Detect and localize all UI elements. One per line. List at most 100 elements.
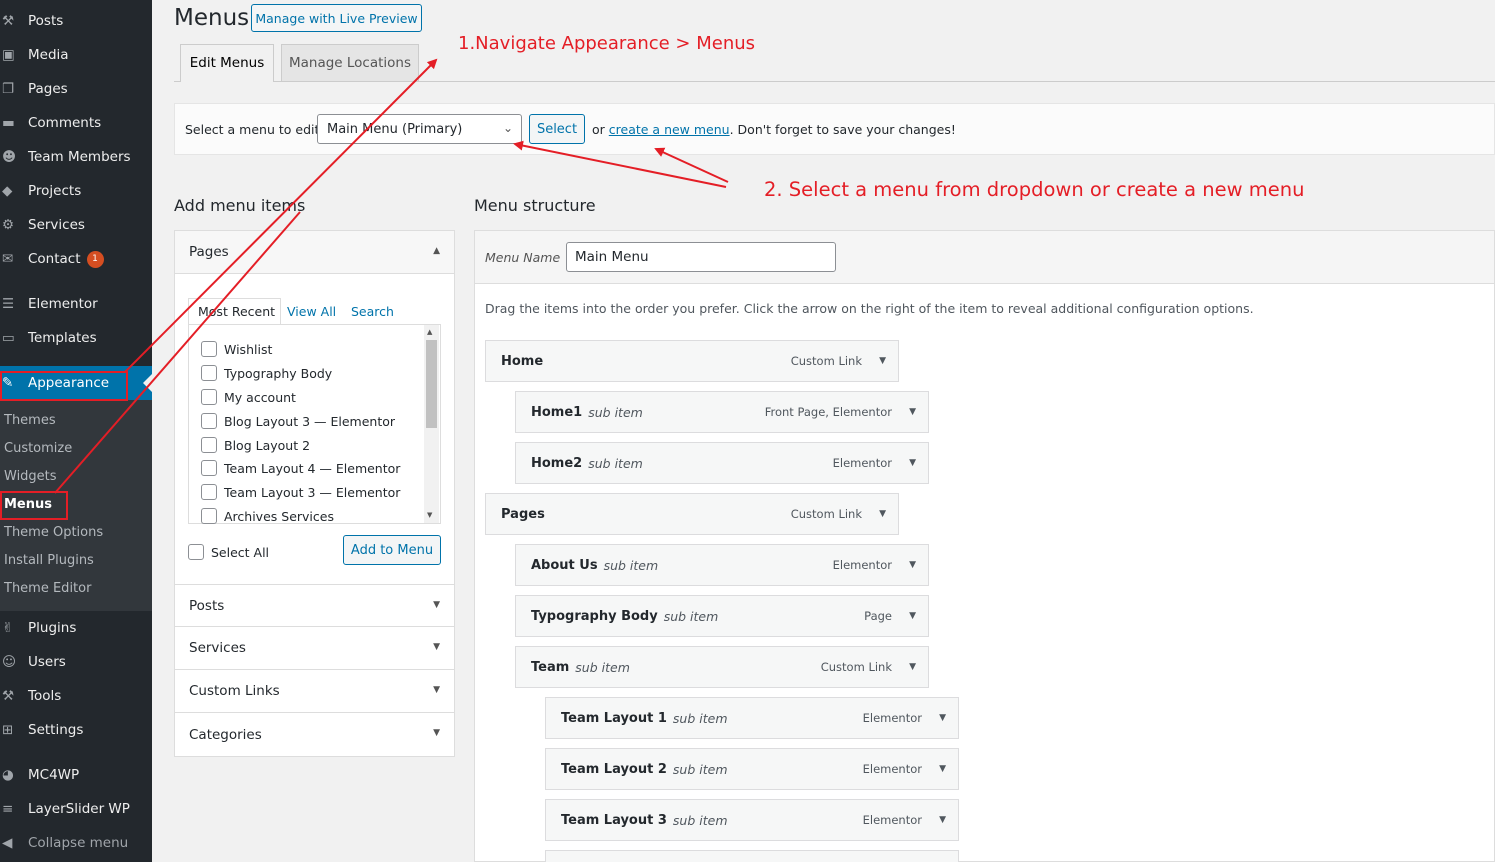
expand-arrow-icon[interactable]: ▼ <box>909 662 916 672</box>
sidebar-item-posts[interactable]: ⚒ Posts <box>0 4 152 38</box>
accordion-categories[interactable]: Categories ▼ <box>175 713 454 756</box>
sidebar-item-label: Contact <box>28 251 81 267</box>
page-checkbox-row[interactable]: Blog Layout 2 <box>201 437 310 453</box>
tab-most-recent[interactable]: Most Recent <box>198 304 275 319</box>
checkbox[interactable] <box>201 484 217 500</box>
menu-select-dropdown[interactable]: Main Menu (Primary) ⌄ <box>317 114 522 144</box>
add-to-menu-button[interactable]: Add to Menu <box>343 535 441 565</box>
sidebar-item-templates[interactable]: ▭ Templates <box>0 321 152 355</box>
checkbox[interactable] <box>201 365 217 381</box>
page-checkbox-row[interactable]: Typography Body <box>201 365 332 381</box>
expand-arrow-icon[interactable]: ▼ <box>909 458 916 468</box>
expand-arrow-icon[interactable]: ▼ <box>909 611 916 621</box>
sidebar-item-label: Projects <box>28 183 82 199</box>
menu-item[interactable]: Pages Custom Link ▼ <box>485 493 899 535</box>
sidebar-item-comments[interactable]: ▬ Comments <box>0 106 152 140</box>
checkbox[interactable] <box>201 508 217 524</box>
menu-item[interactable]: Team Layout 1 sub item Elementor ▼ <box>545 697 959 739</box>
submenu-widgets[interactable]: Widgets <box>4 469 57 484</box>
sidebar-item-media[interactable]: ▣ Media <box>0 38 152 72</box>
menu-item-title: Home <box>501 353 544 369</box>
drag-instructions: Drag the items into the order you prefer… <box>485 301 1254 316</box>
accordion-custom-links[interactable]: Custom Links ▼ <box>175 670 454 713</box>
accordion-posts[interactable]: Posts ▼ <box>175 584 454 627</box>
select-menu-label: Select a menu to edit: <box>185 122 324 137</box>
scrollbar-thumb[interactable] <box>426 340 437 428</box>
menu-item[interactable]: Home1 sub item Front Page, Elementor ▼ <box>515 391 929 433</box>
menu-name-input[interactable]: Main Menu <box>566 242 836 272</box>
menu-item[interactable]: Home Custom Link ▼ <box>485 340 899 382</box>
menu-item-type: Custom Link <box>790 354 862 368</box>
checkbox[interactable] <box>201 389 217 405</box>
checkbox[interactable] <box>201 460 217 476</box>
menu-item-title: Pages <box>501 506 545 522</box>
sidebar-item-mc4wp[interactable]: ◕ MC4WP <box>0 758 152 792</box>
collapse-icon: ◀ <box>2 835 13 851</box>
page-checkbox-row[interactable]: My account <box>201 389 296 405</box>
sidebar-item-pages[interactable]: ❐ Pages <box>0 72 152 106</box>
pin-icon: ⚒ <box>2 13 15 29</box>
menu-item[interactable]: Team sub item Custom Link ▼ <box>515 646 929 688</box>
page-label: Blog Layout 2 <box>224 437 311 453</box>
page-checkbox-row[interactable]: Team Layout 3 — Elementor <box>201 484 400 500</box>
page-checkbox-row[interactable]: Blog Layout 3 — Elementor <box>201 413 395 429</box>
expand-arrow-icon[interactable]: ▼ <box>939 815 946 825</box>
expand-arrow-icon[interactable]: ▼ <box>909 407 916 417</box>
submenu-theme-editor[interactable]: Theme Editor <box>4 581 91 596</box>
select-button[interactable]: Select <box>529 114 585 144</box>
expand-arrow-icon[interactable]: ▼ <box>879 509 886 519</box>
sidebar-item-settings[interactable]: ⊞ Settings <box>0 713 152 747</box>
sidebar-item-projects[interactable]: ◆ Projects <box>0 174 152 208</box>
submenu-themes[interactable]: Themes <box>4 413 56 428</box>
elementor-icon: ☰ <box>2 296 15 312</box>
menu-item-type: Front Page, Elementor <box>764 405 892 419</box>
menu-item[interactable]: About Us sub item Elementor ▼ <box>515 544 929 586</box>
menu-item[interactable]: Home2 sub item Elementor ▼ <box>515 442 929 484</box>
expand-arrow-icon[interactable]: ▼ <box>939 713 946 723</box>
menu-item[interactable]: Team Layout 2 sub item Elementor ▼ <box>545 748 959 790</box>
checkbox[interactable] <box>201 437 217 453</box>
select-all-row[interactable]: Select All <box>188 544 269 560</box>
expand-arrow-icon[interactable]: ▼ <box>909 560 916 570</box>
scroll-up-icon[interactable]: ▲ <box>427 328 432 336</box>
checkbox[interactable] <box>201 413 217 429</box>
menu-item-subtitle: sub item <box>575 659 630 675</box>
page-checkbox-row[interactable]: Wishlist <box>201 341 272 357</box>
create-new-menu-link[interactable]: create a new menu <box>609 122 730 137</box>
sidebar-item-team-members[interactable]: ☻ Team Members <box>0 140 152 174</box>
submenu-install-plugins[interactable]: Install Plugins <box>4 553 94 568</box>
tab-manage-locations[interactable]: Manage Locations <box>281 44 419 81</box>
triangle-down-icon: ▼ <box>433 642 440 652</box>
sidebar-item-tools[interactable]: ⚒ Tools <box>0 679 152 713</box>
accordion-title: Categories <box>189 726 262 743</box>
sidebar-item-contact[interactable]: ✉ Contact 1 <box>0 242 152 276</box>
menus-annotation-box <box>0 491 68 520</box>
sidebar-item-services[interactable]: ⚙ Services <box>0 208 152 242</box>
page-checkbox-row[interactable]: Team Layout 4 — Elementor <box>201 460 400 476</box>
accordion-pages[interactable]: Pages ▲ <box>175 231 454 274</box>
checkbox[interactable] <box>188 544 204 560</box>
plugin-icon: ✌ <box>2 620 14 636</box>
sidebar-item-plugins[interactable]: ✌ Plugins <box>0 611 152 645</box>
tab-view-all[interactable]: View All <box>287 304 336 319</box>
expand-arrow-icon[interactable]: ▼ <box>879 356 886 366</box>
menu-item[interactable]: Team Layout 3 sub item Elementor ▼ <box>545 799 959 841</box>
sidebar-item-elementor[interactable]: ☰ Elementor <box>0 287 152 321</box>
menu-item-subtitle: sub item <box>672 710 728 726</box>
tab-edit-menus[interactable]: Edit Menus <box>180 44 274 81</box>
submenu-theme-options[interactable]: Theme Options <box>4 525 103 540</box>
sidebar-item-users[interactable]: ☺ Users <box>0 645 152 679</box>
page-checkbox-row[interactable]: Archives Services <box>201 508 334 524</box>
sidebar-item-collapse-menu[interactable]: ◀ Collapse menu <box>0 826 152 860</box>
menu-item-type: Custom Link <box>790 507 862 521</box>
tab-search[interactable]: Search <box>351 304 394 319</box>
submenu-customize[interactable]: Customize <box>4 441 72 456</box>
expand-arrow-icon[interactable]: ▼ <box>939 764 946 774</box>
scroll-down-icon[interactable]: ▼ <box>427 511 432 519</box>
menu-item[interactable]: Typography Body sub item Page ▼ <box>515 595 929 637</box>
accordion-services[interactable]: Services ▼ <box>175 627 454 670</box>
live-preview-button[interactable]: Manage with Live Preview <box>251 4 422 32</box>
sidebar-item-layerslider-wp[interactable]: ≡ LayerSlider WP <box>0 792 152 826</box>
checkbox[interactable] <box>201 341 217 357</box>
sidebar-item-label: Users <box>28 654 66 670</box>
